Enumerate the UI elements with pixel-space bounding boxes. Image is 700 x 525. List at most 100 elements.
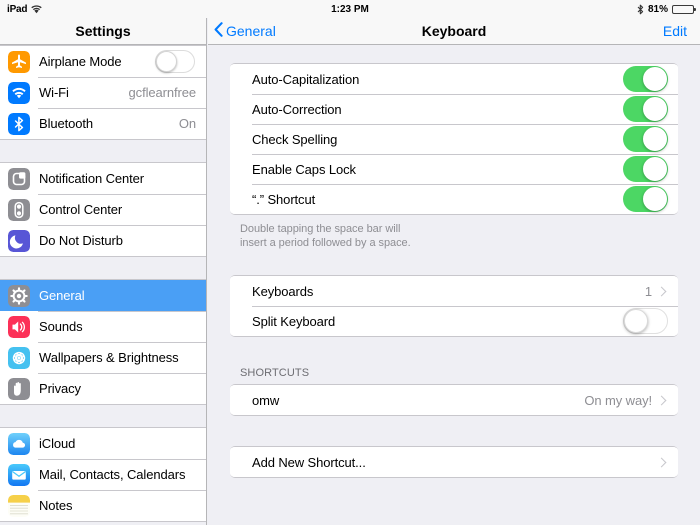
split-keyboard-label: Split Keyboard (252, 313, 336, 329)
edit-button[interactable]: Edit (663, 23, 687, 39)
sidebar-group: iCloud Mail, Contacts, Calendars Notes (0, 427, 206, 522)
notes-icon (8, 494, 30, 517)
privacy-hand-icon (8, 377, 30, 400)
footnote-line-1: Double tapping the space bar will (240, 223, 401, 235)
settings-sidebar: Settings Airplane Mode Wi-Fi gcflearnfree… (0, 18, 207, 525)
spacer-top (208, 45, 700, 63)
sidebar-item-label: Notes (39, 498, 73, 513)
chevron-left-icon (214, 22, 223, 40)
split-keyboard-switch[interactable] (623, 308, 668, 335)
sidebar-item-list: Airplane Mode Wi-Fi gcflearnfree Bluetoot… (0, 45, 206, 525)
row-auto-correction: Auto-Correction (230, 94, 678, 124)
add-shortcut-label: Add New Shortcut... (252, 454, 366, 470)
page-title: Keyboard (421, 23, 487, 39)
sidebar-item-label: Do Not Disturb (39, 233, 123, 248)
sidebar-item-mail-contacts-calendars[interactable]: Mail, Contacts, Calendars (0, 459, 206, 490)
battery-percent-label: 81% (647, 3, 668, 15)
sidebar-group-gap (0, 257, 206, 279)
toggle-switch[interactable] (623, 126, 668, 152)
battery-icon (672, 4, 696, 14)
back-button-general[interactable]: General (214, 22, 276, 40)
icloud-icon (8, 432, 30, 455)
wifi-icon (8, 81, 30, 104)
status-bar-right: 81% (637, 3, 696, 15)
sidebar-item-label: Mail, Contacts, Calendars (39, 467, 186, 482)
sidebar-group-gap (0, 405, 206, 427)
row-shortcut: “.” Shortcut (230, 184, 678, 214)
sidebar-item-value: gcflearnfree (128, 85, 197, 100)
toggle-row-label: Check Spelling (252, 131, 338, 147)
row-add-new-shortcut[interactable]: Add New Shortcut... (230, 447, 678, 478)
toggle-switch[interactable] (623, 186, 668, 212)
toggle-row-label: “.” Shortcut (252, 191, 316, 207)
sidebar-item-label: iCloud (39, 436, 76, 451)
sidebar-item-wallpapers-brightness[interactable]: Wallpapers & Brightness (0, 342, 206, 373)
toggle-row-label: Enable Caps Lock (252, 161, 356, 177)
sidebar-item-general[interactable]: General (0, 280, 206, 311)
notification-center-icon (8, 167, 30, 190)
sidebar-item-label: Wi-Fi (39, 85, 69, 100)
spacer-before-add-shortcut (208, 416, 700, 446)
mail-icon (8, 463, 30, 486)
sidebar-item-label: Privacy (39, 381, 81, 396)
sidebar-item-notification-center[interactable]: Notification Center (0, 163, 206, 194)
row-keyboards[interactable]: Keyboards 1 (230, 276, 678, 307)
chevron-right-icon (656, 286, 667, 297)
sidebar-item-sounds[interactable]: Sounds (0, 311, 206, 342)
gear-icon (8, 284, 30, 307)
row-check-spelling: Check Spelling (230, 124, 678, 154)
add-shortcut-card: Add New Shortcut... (230, 446, 678, 479)
keyboards-label: Keyboards (252, 283, 314, 299)
sidebar-item-label: Sounds (39, 319, 83, 334)
row-enable-caps-lock: Enable Caps Lock (230, 154, 678, 184)
footnote-line-2: insert a period followed by a space. (240, 237, 411, 250)
sidebar-group: Airplane Mode Wi-Fi gcflearnfree Bluetoot… (0, 45, 206, 140)
sidebar-item-airplane-mode[interactable]: Airplane Mode (0, 46, 206, 77)
shortcut-phrase-value: On my way! (584, 392, 652, 408)
sidebar-item-privacy[interactable]: Privacy (0, 373, 206, 404)
sidebar-group-gap (0, 140, 206, 162)
keyboard-toggles-card: Auto-Capitalization Auto-Correction Check … (230, 63, 678, 215)
sidebar-item-bluetooth[interactable]: Bluetooth On (0, 108, 206, 139)
sidebar-item-do-not-disturb[interactable]: Do Not Disturb (0, 225, 206, 256)
spacer-before-keyboards (208, 250, 700, 275)
sidebar-item-value: On (178, 116, 196, 131)
row-split-keyboard: Split Keyboard (230, 306, 678, 337)
chevron-right-icon (656, 395, 667, 406)
sidebar-group: Notification Center Control Center Do No… (0, 162, 206, 257)
sidebar-item-control-center[interactable]: Control Center (0, 194, 206, 225)
shortcuts-card: omw On my way! (230, 384, 678, 417)
sidebar-item-label: Notification Center (39, 171, 145, 186)
toggle-switch[interactable] (623, 156, 668, 182)
content-navbar: General Keyboard Edit (208, 18, 700, 45)
airplane-mode-switch[interactable] (155, 50, 195, 73)
toggle-switch[interactable] (623, 66, 668, 92)
sounds-icon (8, 315, 30, 338)
back-button-label: General (226, 23, 276, 39)
ipad-settings-screen: iPad 1:23 PM 81% Settings Airplane Mode … (0, 0, 700, 525)
sidebar-item-label: Bluetooth (39, 116, 94, 131)
keyboard-settings-pane: General Keyboard Edit Auto-Capitalizatio… (208, 18, 700, 525)
sidebar-item-notes[interactable]: Notes (0, 490, 206, 521)
keyboard-footnote: Double tapping the space bar will insert… (240, 222, 678, 250)
do-not-disturb-icon (8, 229, 30, 252)
sidebar-item-wi-fi[interactable]: Wi-Fi gcflearnfree (0, 77, 206, 108)
spacer-before-shortcuts (208, 337, 700, 367)
sidebar-title: Settings (75, 23, 131, 39)
sidebar-navbar: Settings (0, 18, 206, 45)
row-shortcut-omw[interactable]: omw On my way! (230, 385, 678, 416)
toggle-switch[interactable] (623, 96, 668, 122)
sidebar-item-label: Control Center (39, 202, 123, 217)
shortcut-name-label: omw (252, 392, 280, 408)
sidebar-item-label: Airplane Mode (39, 54, 122, 69)
control-center-icon (8, 198, 30, 221)
toggle-row-label: Auto-Capitalization (252, 71, 360, 87)
clock-label: 1:23 PM (331, 3, 369, 15)
keyboards-card: Keyboards 1 Split Keyboard (230, 275, 678, 338)
toggle-row-label: Auto-Correction (252, 101, 342, 117)
wallpapers-icon (8, 346, 30, 369)
sidebar-item-icloud[interactable]: iCloud (0, 428, 206, 459)
shortcuts-section-header: SHORTCUTS (240, 367, 310, 380)
bluetooth-icon (637, 4, 644, 15)
status-bar: iPad 1:23 PM 81% (0, 0, 700, 18)
